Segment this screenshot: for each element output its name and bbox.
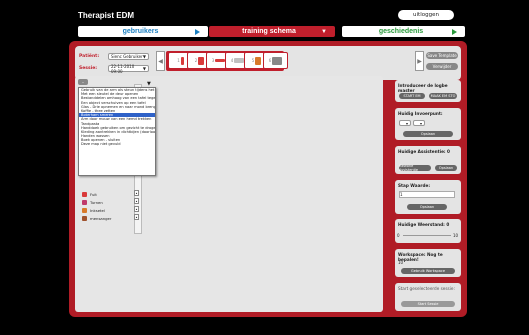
list-item[interactable]: Inksetel	[82, 206, 142, 214]
chevron-down-icon: ▼	[142, 54, 146, 59]
resistance-card: Huidige Weerstand: 0 0 10	[395, 219, 461, 243]
exercise-icon	[82, 215, 87, 221]
start-em-button[interactable]: START EM	[399, 93, 425, 99]
cup-icon	[255, 56, 262, 65]
arrow-right-icon	[452, 28, 457, 35]
use-workspace-button[interactable]: Gebruik Workspace	[401, 268, 455, 274]
patient-label: Patiënt:	[79, 54, 100, 59]
exercise-name: Turnen	[90, 199, 103, 205]
resistance-slider[interactable]	[403, 235, 451, 236]
nav-training-label: training schema	[242, 28, 296, 35]
session-select[interactable]: 22-11-2010 09:00 ▼	[108, 63, 149, 74]
slot-number: 5	[251, 58, 255, 63]
slots-next-button[interactable]: ▶	[415, 51, 424, 71]
slots-prev-button[interactable]: ◀	[156, 51, 165, 71]
start-title: Start geselecteerde sessie:	[398, 286, 455, 291]
assist-title-text: Huidige Assistentie:	[398, 149, 446, 154]
intro-title: Introduceer de logbe master	[398, 83, 448, 93]
step-card: Stap Waarde: 1 Opslaan	[395, 180, 461, 214]
nav-users-button[interactable]: gebruikers	[78, 26, 208, 37]
resistance-title: Huidige Weerstand: 0	[398, 222, 458, 227]
bar-icon	[215, 59, 226, 62]
slot-number: 2	[194, 58, 198, 63]
assist-save-button[interactable]: Opslaan	[435, 165, 457, 171]
patient-value: Sienc Gebruiker	[111, 54, 143, 59]
arm-icon	[180, 56, 184, 65]
exercise-slot[interactable]: 6	[263, 52, 288, 69]
current-select-b[interactable]: ▾	[413, 120, 425, 126]
dropdown-option[interactable]: Arm door mouw van een hemd trekken	[79, 117, 155, 121]
resistance-max: 10	[453, 233, 459, 238]
assist-title: Huidige Assistentie: 0	[398, 149, 458, 154]
list-item[interactable]: Fuit	[82, 190, 142, 198]
assist-value: 0	[447, 149, 450, 154]
start-session-button[interactable]: Start Sessie	[401, 301, 455, 307]
nav-training-button[interactable]: training schema ▼	[209, 26, 335, 37]
minus-icon[interactable]: –	[78, 79, 88, 85]
chevron-down-icon: ▼	[321, 28, 327, 35]
current-card: Huidig Invoerpunt: ▾ ▾ Opslaan	[395, 108, 461, 140]
session-label: Sessie:	[79, 66, 98, 71]
workspace-card: Workspace: Nog te bepalen! 10 Gebruik Wo…	[395, 249, 461, 277]
delete-button[interactable]: Verwijder	[426, 63, 458, 70]
session-value: 22-11-2010 09:00	[111, 63, 135, 74]
patient-select[interactable]: Sienc Gebruiker ▼	[108, 53, 149, 60]
app-title: Therapist EDM	[78, 11, 135, 20]
spinner[interactable]: ▴	[134, 206, 139, 212]
current-save-button[interactable]: Opslaan	[403, 131, 453, 137]
exercise-icon	[82, 191, 87, 197]
current-select-a[interactable]: ▾	[399, 120, 411, 126]
resistance-min: 0	[397, 233, 400, 238]
start-card: Start geselecteerde sessie: Start Sessie	[395, 283, 461, 311]
chevron-down-icon: ▼	[142, 66, 146, 71]
resistance-value: 0	[446, 222, 450, 227]
chevron-down-icon: ▾	[419, 120, 422, 126]
nav-history-label: geschiedenis	[378, 28, 424, 35]
stop-em-button[interactable]: MAAK EM STO	[429, 93, 457, 99]
list-item[interactable]: mensanger	[82, 214, 142, 222]
hand-icon	[198, 56, 205, 65]
current-title: Huidig Invoerpunt:	[398, 111, 443, 116]
spinner[interactable]: ▴	[134, 190, 139, 196]
step-title: Stap Waarde:	[398, 183, 430, 188]
logout-button[interactable]: uitloggen	[398, 10, 454, 20]
dropdown-option[interactable]: Bestanddelen omhoog van een tafel tegen …	[79, 96, 155, 100]
slot-number: 1	[177, 58, 180, 63]
slot-number: 6	[268, 58, 272, 63]
intro-card: Introduceer de logbe master START EM MAA…	[395, 80, 461, 102]
spinner[interactable]: ▴	[134, 198, 139, 204]
list-item[interactable]: Turnen	[82, 198, 142, 206]
arrow-right-icon	[195, 28, 200, 35]
workspace-value: 10	[398, 260, 404, 265]
slot-number: 3	[211, 58, 215, 63]
nav-history-button[interactable]: geschiedenis	[342, 26, 465, 37]
step-save-button[interactable]: Opslaan	[407, 204, 447, 210]
exercise-name: mensanger	[90, 215, 112, 221]
save-template-button[interactable]: Save Template	[426, 52, 458, 59]
assist-normal-button[interactable]: Gewone Assistentie	[399, 164, 431, 172]
exercise-name: Fuit	[90, 191, 97, 197]
workspace-title: Workspace: Nog te bepalen!	[398, 252, 458, 262]
dropdown-option[interactable]: Deze map niet gevuld	[79, 142, 155, 146]
step-input[interactable]: 1	[399, 191, 455, 198]
exercise-dropdown-list[interactable]: Gebruik van de arm als steun tijdens het…	[78, 87, 156, 176]
assist-card: Huidige Assistentie: 0 Gewone Assistenti…	[395, 146, 461, 174]
chevron-down-icon: ▾	[405, 120, 408, 126]
tray-icon	[234, 58, 245, 63]
screen-icon	[272, 56, 283, 65]
resistance-title-text: Huidige Weerstand:	[398, 222, 445, 227]
exercise-list: Fuit Turnen Inksetel mensanger	[82, 190, 142, 222]
spinner-group: ▴ ▴ ▴ ▴	[134, 190, 139, 220]
exercise-name: Inksetel	[90, 207, 105, 213]
spinner[interactable]: ▴	[134, 214, 139, 220]
nav-users-label: gebruikers	[122, 28, 159, 35]
exercise-icon	[82, 207, 87, 213]
exercise-icon	[82, 199, 87, 205]
slot-number: 4	[230, 58, 234, 63]
